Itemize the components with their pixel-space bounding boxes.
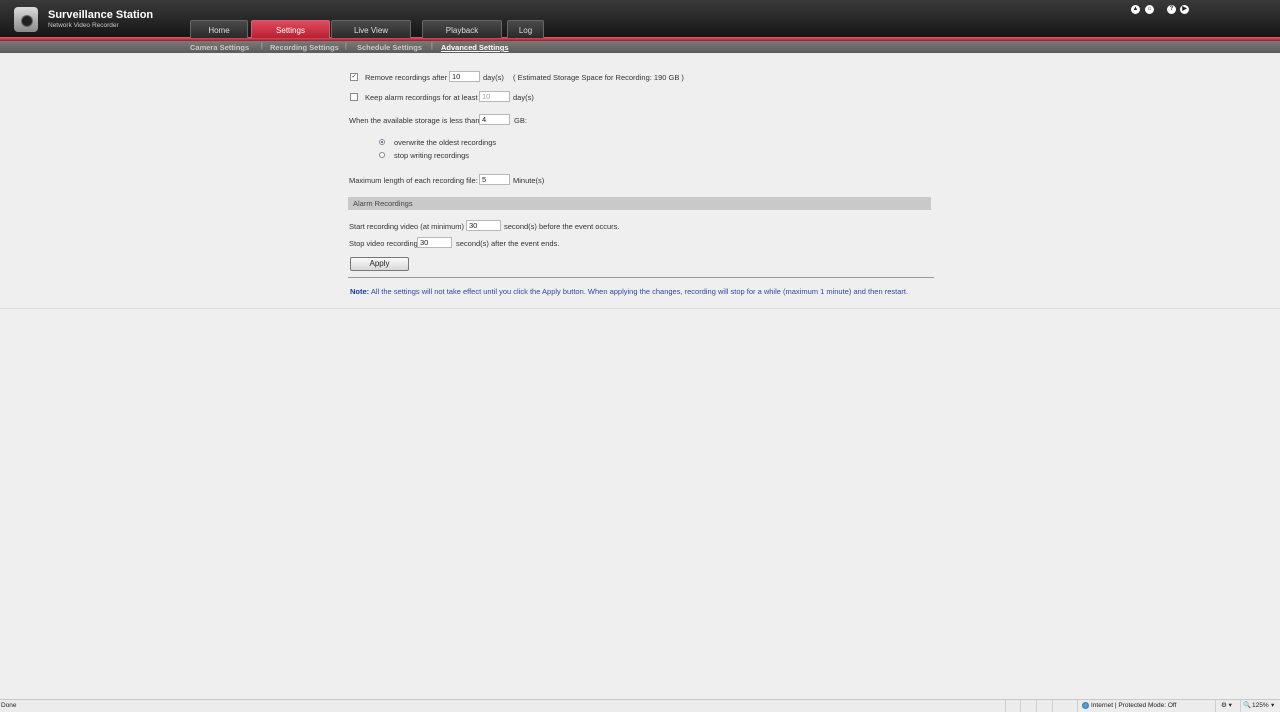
available-storage-input[interactable]: 4 bbox=[479, 114, 510, 125]
remove-days-unit: day(s) bbox=[483, 73, 504, 82]
status-cell bbox=[1020, 700, 1021, 712]
start-seconds-input[interactable]: 30 bbox=[466, 220, 501, 231]
remove-recordings-checkbox[interactable]: ✓ bbox=[350, 73, 358, 81]
status-cell bbox=[1077, 700, 1078, 712]
home-icon[interactable]: ⌂ bbox=[1145, 5, 1154, 14]
form-divider bbox=[348, 277, 934, 278]
keep-alarm-checkbox[interactable] bbox=[350, 93, 358, 101]
subnav-camera-settings[interactable]: Camera Settings bbox=[190, 43, 249, 53]
app-subtitle: Network Video Recorder bbox=[48, 22, 119, 29]
status-cell bbox=[1005, 700, 1006, 712]
status-cell bbox=[1215, 700, 1216, 712]
tab-live-view[interactable]: Live View bbox=[331, 20, 411, 38]
protected-mode-icon[interactable]: ⚙ ▾ bbox=[1221, 700, 1232, 712]
tab-settings[interactable]: Settings bbox=[251, 20, 330, 38]
alarm-section-header: Alarm Recordings bbox=[348, 197, 931, 210]
keep-days-unit: day(s) bbox=[513, 93, 534, 102]
start-recording-label: Start recording video (at minimum) bbox=[349, 222, 465, 231]
available-storage-label: When the available storage is less than bbox=[349, 116, 480, 125]
alarm-section-title: Alarm Recordings bbox=[353, 199, 413, 208]
globe-icon bbox=[1082, 702, 1089, 709]
overwrite-label: overwrite the oldest recordings bbox=[394, 138, 497, 147]
available-storage-unit: GB: bbox=[514, 116, 527, 125]
remove-recordings-label: Remove recordings after bbox=[365, 73, 448, 82]
start-seconds-unit: second(s) before the event occurs. bbox=[504, 222, 620, 231]
camera-logo-icon bbox=[14, 7, 38, 32]
stop-seconds-input[interactable]: 30 bbox=[417, 237, 452, 248]
max-length-label: Maximum length of each recording file: bbox=[349, 176, 478, 185]
logout-icon[interactable]: ▶ bbox=[1180, 5, 1189, 14]
help-icon[interactable]: ? bbox=[1167, 5, 1176, 14]
note-text: All the settings will not take effect un… bbox=[369, 287, 909, 296]
status-cell bbox=[1240, 700, 1241, 712]
arrow-up-icon[interactable]: ▲ bbox=[1131, 5, 1140, 14]
content-panel-edge bbox=[0, 308, 1280, 309]
subnav-separator: | bbox=[261, 43, 263, 50]
tab-home[interactable]: Home bbox=[190, 20, 248, 38]
keep-days-input[interactable]: 10 bbox=[479, 91, 510, 102]
remove-days-input[interactable]: 10 bbox=[449, 71, 480, 82]
browser-status-bar: Done Internet | Protected Mode: Off ⚙ ▾ … bbox=[0, 699, 1280, 712]
zoom-dropdown-icon[interactable]: ▾ bbox=[1271, 700, 1274, 712]
stop-writing-label: stop writing recordings bbox=[394, 151, 470, 160]
keep-alarm-label: Keep alarm recordings for at least bbox=[365, 93, 478, 102]
max-length-input[interactable]: 5 bbox=[479, 174, 510, 185]
stop-writing-radio[interactable] bbox=[379, 152, 385, 158]
max-length-unit: Minute(s) bbox=[513, 176, 545, 185]
stop-recording-label: Stop video recording bbox=[349, 239, 418, 248]
note-prefix: Note: bbox=[350, 287, 370, 296]
security-zone: Internet | Protected Mode: Off bbox=[1091, 702, 1177, 709]
subnav-separator: | bbox=[431, 43, 433, 50]
tab-playback[interactable]: Playback bbox=[422, 20, 502, 38]
settings-note: Note: All the settings will not take eff… bbox=[350, 287, 908, 296]
zoom-icon[interactable]: 🔍 bbox=[1243, 700, 1251, 712]
subnav-recording-settings[interactable]: Recording Settings bbox=[270, 43, 339, 53]
storage-estimate: ( Estimated Storage Space for Recording:… bbox=[513, 73, 684, 82]
apply-button[interactable]: Apply bbox=[350, 257, 409, 271]
subnav-advanced-settings[interactable]: Advanced Settings bbox=[441, 43, 509, 53]
zoom-level[interactable]: 125% bbox=[1252, 700, 1269, 712]
stop-seconds-unit: second(s) after the event ends. bbox=[456, 239, 560, 248]
status-cell bbox=[1052, 700, 1053, 712]
app-title: Surveillance Station bbox=[48, 9, 154, 21]
status-text: Done bbox=[1, 702, 17, 709]
subnav-separator: | bbox=[345, 43, 347, 50]
overwrite-radio[interactable] bbox=[379, 139, 385, 145]
tab-log[interactable]: Log bbox=[507, 20, 544, 38]
subnav-schedule-settings[interactable]: Schedule Settings bbox=[357, 43, 422, 53]
status-cell bbox=[1036, 700, 1037, 712]
